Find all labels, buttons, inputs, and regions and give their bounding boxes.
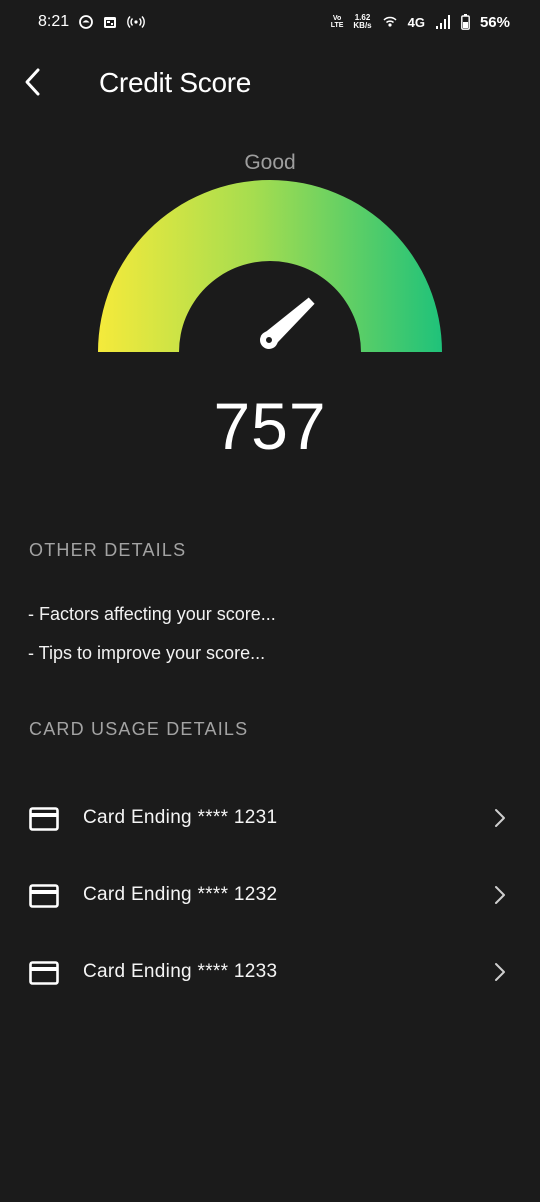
chevron-right-icon	[495, 963, 505, 981]
status-time: 8:21	[38, 13, 70, 30]
network-type: 4G	[407, 14, 425, 30]
app-bar: Credit Score	[0, 54, 540, 114]
network-speed: 1.62 KB/s	[353, 14, 371, 30]
status-right: Vo LTE 1.62 KB/s 4G 56%	[331, 14, 510, 31]
app-notification-icon	[79, 15, 94, 29]
status-bar: 8:21 Vo LTE 1.62 KB/s 4G 56%	[0, 0, 540, 44]
credit-score-value: 757	[213, 389, 327, 463]
credit-card-icon	[29, 807, 59, 831]
status-left: 8:21	[38, 13, 146, 31]
card-label: Card Ending **** 1232	[83, 884, 278, 905]
card-row-1232[interactable]: Card Ending **** 1232	[0, 864, 540, 928]
wifi-calling-icon	[382, 15, 398, 29]
chevron-right-icon	[495, 809, 505, 827]
card-usage-title: CARD USAGE DETAILS	[29, 719, 249, 739]
signal-icon	[435, 15, 451, 29]
network-speed-unit: KB/s	[353, 21, 372, 30]
battery-icon	[461, 14, 470, 30]
volte-indicator: Vo LTE	[331, 15, 344, 29]
volte-top: Vo	[332, 15, 342, 22]
card-row-1231[interactable]: Card Ending **** 1231	[0, 787, 540, 851]
chevron-left-icon	[25, 68, 40, 96]
card-label: Card Ending **** 1231	[83, 807, 278, 828]
tips-link[interactable]: - Tips to improve your score...	[28, 643, 265, 664]
credit-card-icon	[29, 961, 59, 985]
card-label: Card Ending **** 1233	[83, 961, 278, 982]
other-details-title: OTHER DETAILS	[29, 540, 187, 560]
score-gauge	[98, 180, 442, 352]
card-row-1233[interactable]: Card Ending **** 1233	[0, 941, 540, 1005]
back-button[interactable]	[14, 64, 50, 100]
credit-card-icon	[29, 884, 59, 908]
factors-link[interactable]: - Factors affecting your score...	[28, 604, 276, 625]
hotspot-icon	[127, 15, 146, 29]
page-title: Credit Score	[99, 67, 252, 98]
battery-percentage: 56%	[479, 13, 510, 31]
calendar-icon	[103, 15, 117, 29]
chevron-right-icon	[495, 886, 505, 904]
gauge-needle	[260, 297, 315, 349]
gauge-arc	[98, 180, 442, 352]
volte-bottom: LTE	[330, 22, 344, 29]
